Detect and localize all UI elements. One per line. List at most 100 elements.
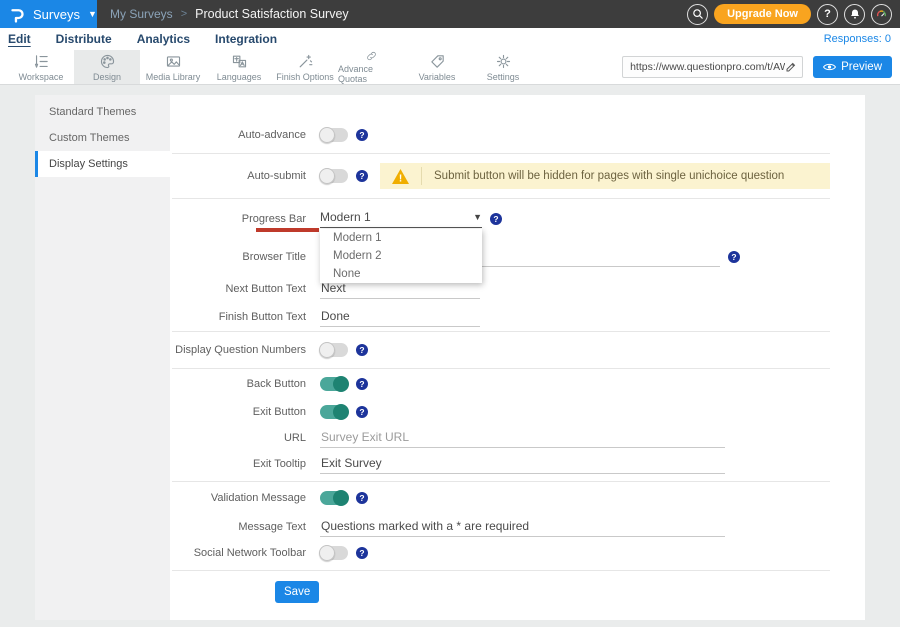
toolbar-item-settings[interactable]: Settings xyxy=(470,50,536,84)
browser-title-label: Browser Title xyxy=(170,251,306,263)
divider xyxy=(172,570,830,571)
progress-bar-label: Progress Bar xyxy=(170,213,306,225)
progress-bar-selected-value: Modern 1 xyxy=(320,210,371,224)
responses-count[interactable]: Responses: 0 xyxy=(824,33,900,45)
dropdown-option-modern-2[interactable]: Modern 2 xyxy=(320,247,482,265)
social-network-toolbar-row: Social Network Toolbar ? xyxy=(170,540,865,566)
preview-button[interactable]: Preview xyxy=(813,56,892,78)
toolbar-item-languages[interactable]: Languages xyxy=(206,50,272,84)
tag-icon xyxy=(429,53,446,70)
gear-icon xyxy=(495,53,512,70)
breadcrumb-parent[interactable]: My Surveys xyxy=(110,7,173,21)
auto-submit-toggle[interactable] xyxy=(320,169,348,183)
help-icon[interactable]: ? xyxy=(356,170,368,182)
nav-tab-analytics[interactable]: Analytics xyxy=(137,32,190,46)
annotation-red-underline xyxy=(256,228,319,232)
sidebar-item-standard-themes[interactable]: Standard Themes xyxy=(35,99,170,125)
dropdown-option-modern-1[interactable]: Modern 1 xyxy=(320,229,482,247)
toolbar-item-finish-options[interactable]: Finish Options xyxy=(272,50,338,84)
progress-bar-row: Progress Bar Modern 1 ▼ Modern 1 Modern … xyxy=(170,199,865,239)
finish-button-text-row: Finish Button Text xyxy=(170,303,865,331)
search-button[interactable] xyxy=(687,4,708,25)
toolbar-item-workspace[interactable]: Workspace xyxy=(8,50,74,84)
toolbar-item-advance-quotas[interactable]: Advance Quotas xyxy=(338,50,404,84)
product-name: Surveys xyxy=(33,7,80,22)
sidebar-item-display-settings[interactable]: Display Settings xyxy=(35,151,170,177)
sidebar-item-custom-themes[interactable]: Custom Themes xyxy=(35,125,170,151)
chain-link-icon xyxy=(363,50,380,62)
design-sidebar: Standard Themes Custom Themes Display Se… xyxy=(35,95,170,620)
auto-submit-warning: ! Submit button will be hidden for pages… xyxy=(380,163,830,189)
exit-tooltip-row: Exit Tooltip xyxy=(170,451,865,477)
exit-url-label: URL xyxy=(170,432,306,444)
display-settings-panel: Auto-advance ? Auto-submit ? ! Submit bu… xyxy=(170,95,865,620)
eye-icon xyxy=(823,62,836,72)
validation-message-label: Validation Message xyxy=(170,492,306,504)
bell-icon xyxy=(849,8,861,20)
warning-divider xyxy=(421,167,422,185)
product-switcher[interactable]: Surveys ▼ xyxy=(0,0,97,28)
help-icon[interactable]: ? xyxy=(356,344,368,356)
auto-advance-row: Auto-advance ? xyxy=(170,117,865,153)
message-text-row: Message Text xyxy=(170,514,865,540)
help-icon[interactable]: ? xyxy=(356,547,368,559)
edit-pencil-icon[interactable] xyxy=(785,61,797,73)
exit-tooltip-input[interactable] xyxy=(320,455,725,474)
validation-message-toggle[interactable] xyxy=(320,491,348,505)
social-network-toolbar-label: Social Network Toolbar xyxy=(170,547,306,559)
auto-advance-label: Auto-advance xyxy=(170,129,306,141)
help-icon[interactable]: ? xyxy=(490,213,502,225)
media-library-icon xyxy=(165,53,182,70)
help-icon[interactable]: ? xyxy=(356,492,368,504)
design-palette-icon xyxy=(99,53,116,70)
auto-advance-toggle[interactable] xyxy=(320,128,348,142)
finish-button-text-label: Finish Button Text xyxy=(170,311,306,323)
question-mark-icon: ? xyxy=(824,8,831,20)
save-button[interactable]: Save xyxy=(275,581,319,603)
help-icon[interactable]: ? xyxy=(728,251,740,263)
exit-button-toggle[interactable] xyxy=(320,405,348,419)
toolbar-item-design[interactable]: Design xyxy=(74,50,140,84)
back-button-toggle[interactable] xyxy=(320,377,348,391)
auto-submit-row: Auto-submit ? ! Submit button will be hi… xyxy=(170,154,865,198)
finish-button-text-input[interactable] xyxy=(320,308,480,327)
message-text-label: Message Text xyxy=(170,521,306,533)
workspace-icon xyxy=(33,53,50,70)
survey-nav: Edit Distribute Analytics Integration Re… xyxy=(0,28,900,50)
message-text-input[interactable] xyxy=(320,518,725,537)
exit-url-row: URL xyxy=(170,425,865,451)
chevron-down-icon: ▼ xyxy=(88,9,97,19)
magic-wand-icon xyxy=(297,53,314,70)
topbar: Surveys ▼ My Surveys > Product Satisfact… xyxy=(0,0,900,28)
nav-tab-integration[interactable]: Integration xyxy=(215,32,277,46)
validation-message-row: Validation Message ? xyxy=(170,482,865,514)
display-question-numbers-toggle[interactable] xyxy=(320,343,348,357)
gauge-icon xyxy=(875,8,888,21)
progress-bar-select[interactable]: Modern 1 ▼ Modern 1 Modern 2 None xyxy=(320,210,482,228)
save-row: Save xyxy=(170,581,865,603)
warning-triangle-icon: ! xyxy=(391,168,410,185)
breadcrumb-separator-icon: > xyxy=(181,8,187,20)
survey-url-field[interactable]: https://www.questionpro.com/t/AW22Zh44 xyxy=(622,56,803,78)
help-button[interactable]: ? xyxy=(817,4,838,25)
survey-url: https://www.questionpro.com/t/AW22Zh44 xyxy=(630,61,785,73)
dropdown-option-none[interactable]: None xyxy=(320,265,482,283)
upgrade-now-button[interactable]: Upgrade Now xyxy=(714,4,811,24)
exit-url-input[interactable] xyxy=(320,429,725,448)
help-icon[interactable]: ? xyxy=(356,406,368,418)
breadcrumb-current: Product Satisfaction Survey xyxy=(195,7,349,21)
warning-text: Submit button will be hidden for pages w… xyxy=(434,170,784,182)
search-icon xyxy=(692,8,704,20)
browser-title-row: Browser Title ? xyxy=(170,239,865,275)
display-question-numbers-row: Display Question Numbers ? xyxy=(170,332,865,368)
help-icon[interactable]: ? xyxy=(356,129,368,141)
nav-tab-edit[interactable]: Edit xyxy=(8,32,31,46)
exit-button-label: Exit Button xyxy=(170,406,306,418)
notifications-button[interactable] xyxy=(844,4,865,25)
help-icon[interactable]: ? xyxy=(356,378,368,390)
toolbar-item-media-library[interactable]: Media Library xyxy=(140,50,206,84)
toolbar-item-variables[interactable]: Variables xyxy=(404,50,470,84)
nav-tab-distribute[interactable]: Distribute xyxy=(56,32,112,46)
social-network-toolbar-toggle[interactable] xyxy=(320,546,348,560)
dashboard-gauge-button[interactable] xyxy=(871,4,892,25)
